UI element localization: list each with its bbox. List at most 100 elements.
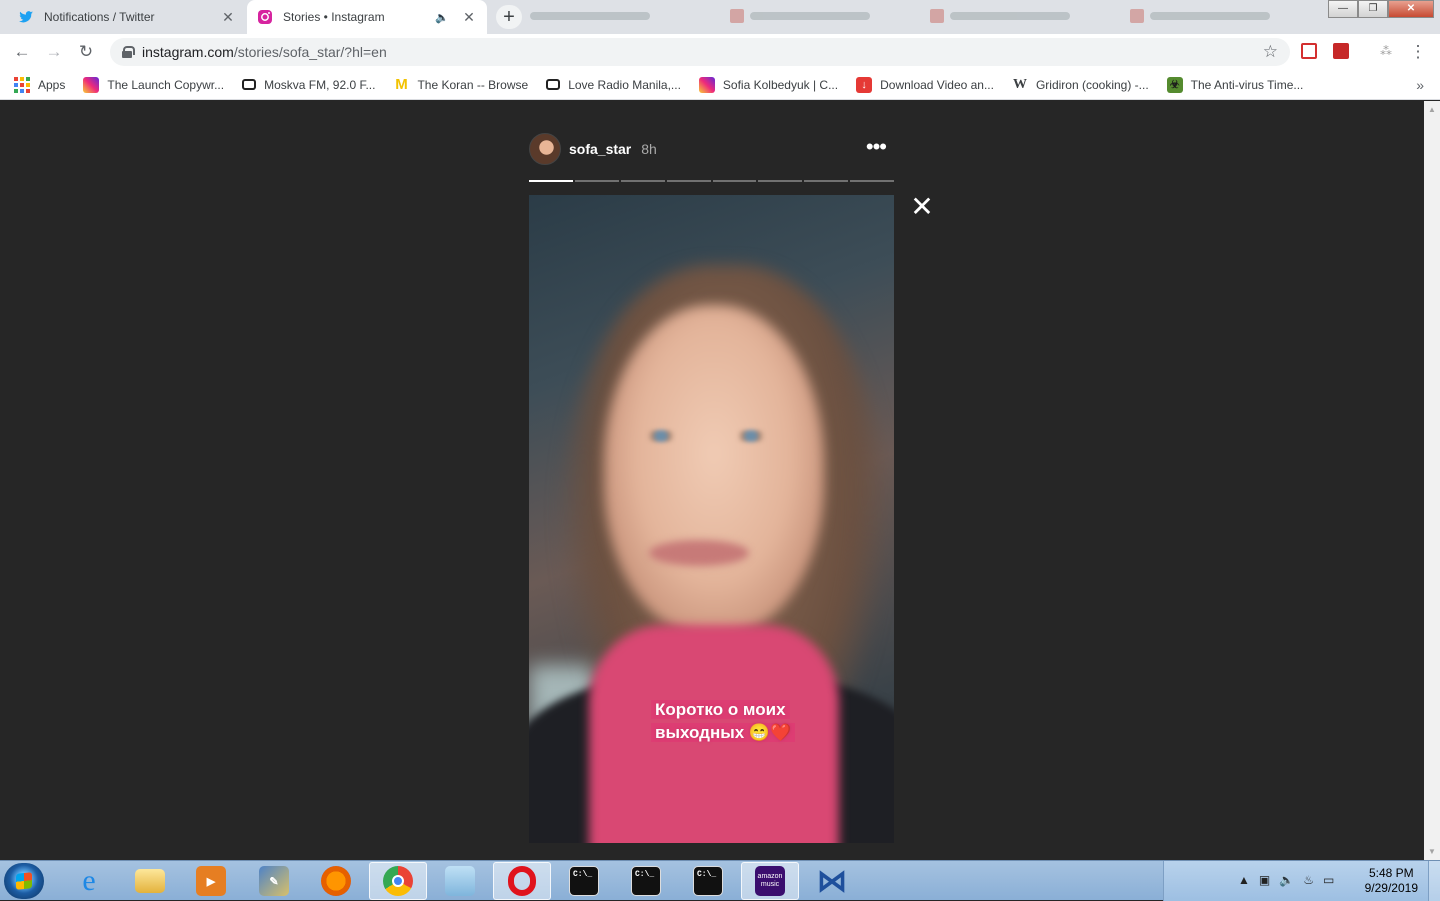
michigan-m-icon: M bbox=[395, 75, 408, 93]
paint-icon: ✎ bbox=[259, 866, 289, 896]
bookmark-item[interactable]: The Launch Copywr... bbox=[83, 76, 225, 93]
bookmark-label: The Launch Copywr... bbox=[107, 77, 225, 92]
bookmark-label: Apps bbox=[38, 77, 66, 92]
story-username[interactable]: sofa_star bbox=[569, 141, 631, 157]
avatar[interactable] bbox=[529, 133, 561, 165]
taskbar-paint[interactable]: ✎ bbox=[245, 862, 303, 900]
cmd-icon: C:\_ bbox=[631, 866, 661, 896]
system-clock[interactable]: 5:48 PM 9/29/2019 bbox=[1365, 866, 1418, 896]
tray-icons: ▲ ▣ 🔈 ♨ ▭ bbox=[1238, 873, 1334, 887]
network-icon[interactable]: ▭ bbox=[1323, 873, 1334, 887]
chrome-icon bbox=[383, 866, 413, 896]
cmd-icon: C:\_ bbox=[569, 866, 599, 896]
close-story-icon[interactable]: ✕ bbox=[908, 193, 936, 221]
taskbar-chrome[interactable] bbox=[369, 862, 427, 900]
story-media[interactable]: Коротко о моих выходных 😁❤️ bbox=[529, 195, 894, 843]
minimize-button[interactable]: — bbox=[1328, 0, 1358, 18]
tray-device-icon[interactable]: ♨ bbox=[1303, 873, 1314, 887]
download-icon: ↓ bbox=[856, 76, 873, 93]
reload-icon[interactable]: ↻ bbox=[74, 40, 98, 64]
tray-security-icon[interactable]: ▣ bbox=[1259, 873, 1270, 887]
ghost-tab-favicon bbox=[930, 9, 944, 23]
taskbar-amazon-music[interactable]: amazon music bbox=[741, 862, 799, 900]
back-arrow-icon[interactable]: ← bbox=[10, 40, 34, 64]
more-options-icon[interactable]: ••• bbox=[866, 136, 887, 158]
taskbar-firefox[interactable] bbox=[307, 862, 365, 900]
extension-triangle-icon[interactable]: ⁂ bbox=[1378, 43, 1394, 59]
scroll-down-arrow-icon[interactable]: ▼ bbox=[1428, 847, 1436, 856]
taskbar-notepad[interactable] bbox=[431, 862, 489, 900]
ghost-tab-bar bbox=[1150, 12, 1270, 20]
pocket-extension-icon[interactable] bbox=[1301, 43, 1317, 59]
taskbar-cmd-2[interactable]: C:\_ bbox=[617, 862, 675, 900]
apps-grid-icon bbox=[14, 76, 30, 93]
start-button[interactable] bbox=[4, 863, 44, 899]
bookmarks-overflow-icon[interactable]: » bbox=[1416, 77, 1424, 93]
address-bar[interactable]: instagram.com/stories/sofa_star/?hl=en ☆ bbox=[110, 38, 1290, 66]
tray-overflow-arrow-icon[interactable]: ▲ bbox=[1238, 873, 1250, 887]
taskbar-explorer[interactable] bbox=[121, 862, 179, 900]
scrollbar[interactable]: ▲ ▼ bbox=[1424, 101, 1440, 860]
scroll-up-arrow-icon[interactable]: ▲ bbox=[1428, 105, 1436, 114]
ghost-tab bbox=[530, 8, 720, 24]
new-tab-button[interactable]: + bbox=[496, 5, 522, 29]
progress-segment bbox=[574, 180, 619, 182]
bookmark-item[interactable]: Love Radio Manila,... bbox=[546, 78, 681, 92]
bookmark-apps[interactable]: Apps bbox=[14, 76, 66, 93]
story-timestamp: 8h bbox=[641, 141, 657, 157]
bookmark-item[interactable]: W Gridiron (cooking) -... bbox=[1012, 77, 1149, 93]
bookmark-item[interactable]: ↓ Download Video an... bbox=[856, 76, 994, 93]
bookmark-item[interactable]: Moskva FM, 92.0 F... bbox=[242, 78, 375, 92]
browser-toolbar: ← → ↻ instagram.com/stories/sofa_star/?h… bbox=[0, 34, 1440, 70]
restore-button[interactable]: ❐ bbox=[1358, 0, 1388, 18]
bookmark-label: Download Video an... bbox=[880, 77, 994, 92]
progress-segment bbox=[758, 180, 803, 182]
tab-instagram[interactable]: Stories • Instagram 🔈 ✕ bbox=[247, 0, 487, 34]
right-eye-shape bbox=[734, 430, 768, 442]
taskbar-opera[interactable] bbox=[493, 862, 551, 900]
story-caption: Коротко о моих выходных 😁❤️ bbox=[651, 698, 821, 744]
forward-arrow-icon[interactable]: → bbox=[42, 40, 66, 64]
progress-segment bbox=[666, 180, 711, 182]
tab-twitter[interactable]: Notifications / Twitter ✕ bbox=[8, 0, 246, 34]
volume-icon[interactable]: 🔈 bbox=[1279, 873, 1294, 887]
speaker-icon[interactable]: 🔈 bbox=[435, 11, 449, 24]
taskbar-cmd-1[interactable]: C:\_ bbox=[555, 862, 613, 900]
bookmarks-bar: Apps The Launch Copywr... Moskva FM, 92.… bbox=[0, 70, 1440, 100]
bookmark-item[interactable]: Sofia Kolbedyuk | C... bbox=[698, 76, 838, 93]
mcafee-extension-icon[interactable] bbox=[1333, 43, 1349, 59]
bookmark-label: Gridiron (cooking) -... bbox=[1035, 77, 1149, 92]
mouth-shape bbox=[649, 540, 749, 566]
wikipedia-icon: W bbox=[1012, 76, 1027, 92]
taskbar-cmd-3[interactable]: C:\_ bbox=[679, 862, 737, 900]
bookmark-label: The Koran -- Browse bbox=[417, 77, 529, 92]
url-path: /stories/sofa_star/?hl=en bbox=[233, 44, 387, 60]
taskbar-ie[interactable]: e bbox=[60, 862, 118, 900]
bookmark-item[interactable]: M The Koran -- Browse bbox=[393, 75, 529, 93]
taskbar-media-player[interactable]: ▶ bbox=[182, 862, 240, 900]
radio-icon bbox=[546, 79, 561, 90]
ghost-tab-bar bbox=[530, 12, 650, 20]
lock-icon[interactable] bbox=[122, 46, 135, 58]
bookmark-item[interactable]: ☣ The Anti-virus Time... bbox=[1166, 76, 1303, 93]
window-controls: — ❐ ✕ bbox=[1328, 0, 1434, 18]
tab-close-icon[interactable]: ✕ bbox=[461, 9, 477, 26]
tab-title: Stories • Instagram bbox=[283, 10, 385, 24]
url-text[interactable]: instagram.com/stories/sofa_star/?hl=en bbox=[142, 44, 387, 60]
show-desktop-button[interactable] bbox=[1428, 861, 1440, 901]
background-window-tabs bbox=[530, 8, 1320, 24]
progress-segment bbox=[620, 180, 665, 182]
progress-segment bbox=[712, 180, 757, 182]
radio-icon bbox=[242, 79, 257, 90]
clock-time: 5:48 PM bbox=[1368, 866, 1414, 880]
caption-line-1: Коротко о моих bbox=[651, 700, 790, 719]
taskbar-visual-studio[interactable]: ⋈ bbox=[803, 862, 861, 900]
instagram-icon bbox=[257, 9, 273, 25]
bookmark-star-icon[interactable]: ☆ bbox=[1263, 42, 1278, 62]
clock-date: 9/29/2019 bbox=[1364, 881, 1418, 895]
chrome-icon-center bbox=[392, 875, 404, 887]
ghost-tab-favicon bbox=[1130, 9, 1144, 23]
menu-kebab-icon[interactable]: ⋮ bbox=[1406, 40, 1430, 64]
tab-close-icon[interactable]: ✕ bbox=[220, 9, 236, 26]
window-close-button[interactable]: ✕ bbox=[1388, 0, 1434, 18]
